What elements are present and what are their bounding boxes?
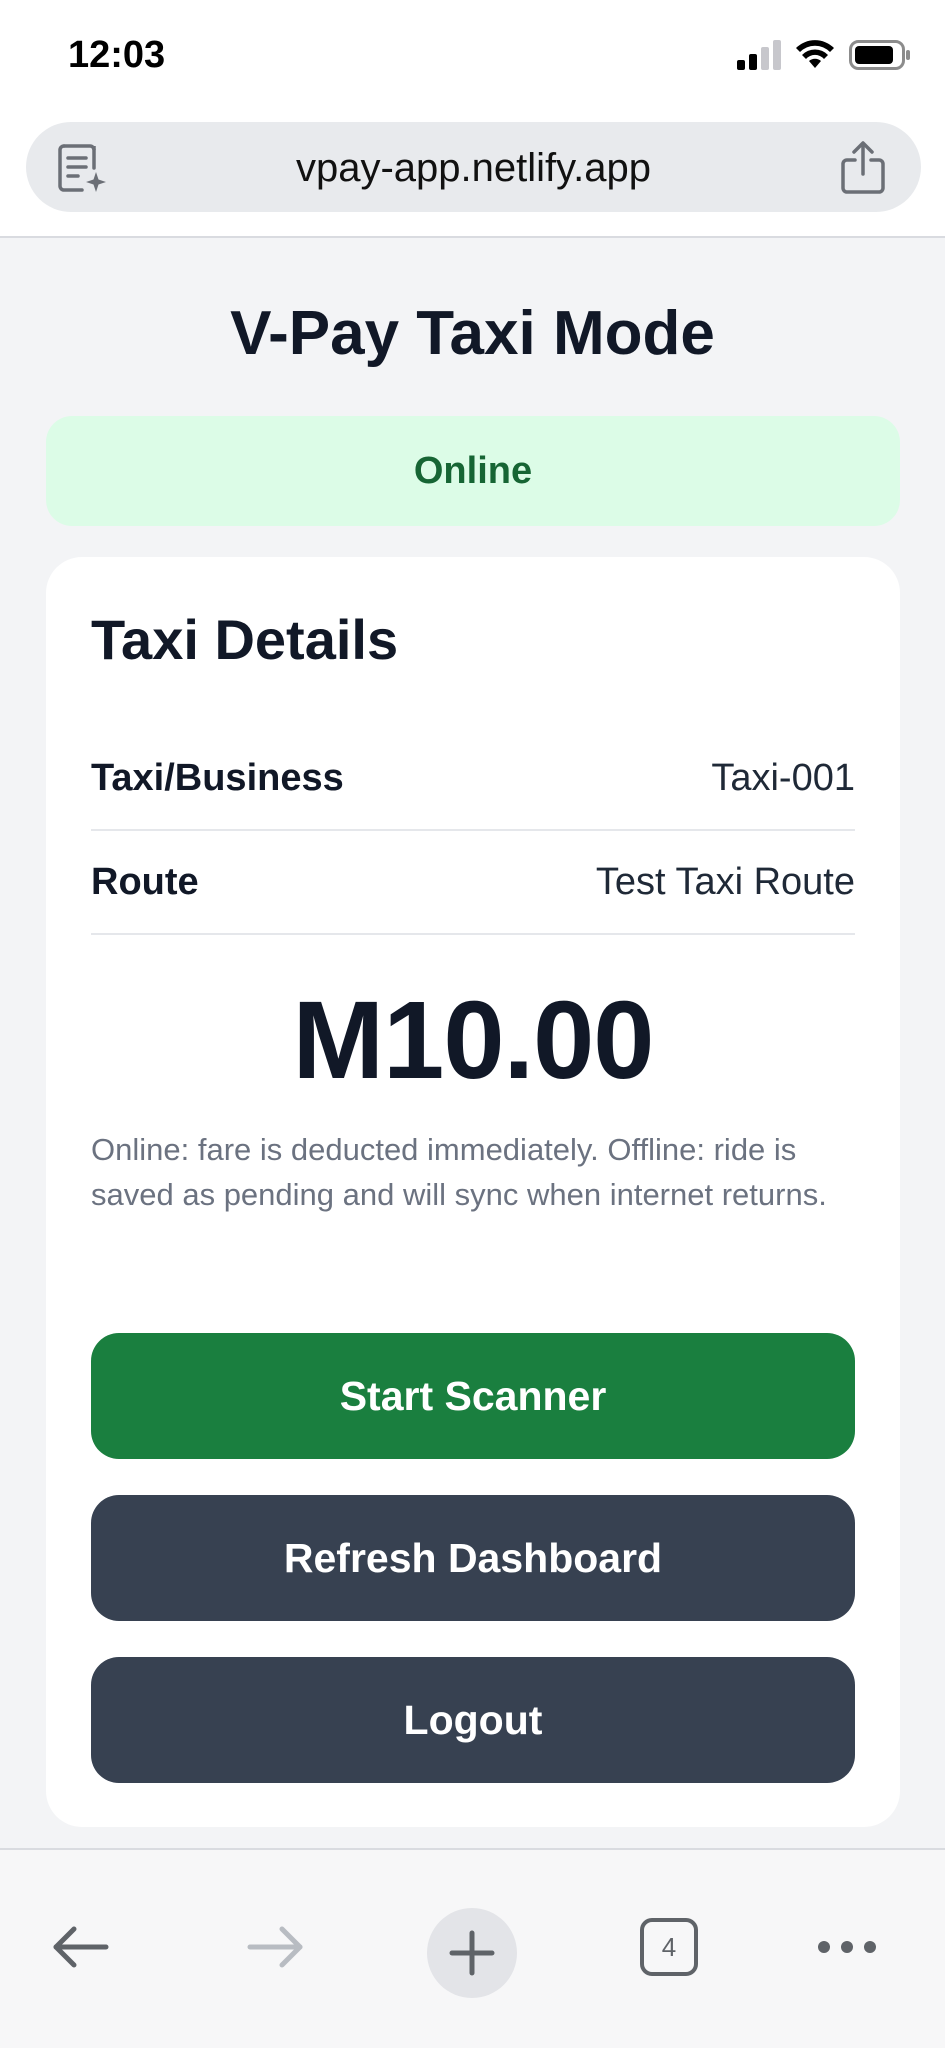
refresh-dashboard-button[interactable]: Refresh Dashboard: [91, 1495, 855, 1621]
detail-value: Test Taxi Route: [595, 860, 855, 903]
status-bar: 12:03: [0, 0, 945, 118]
battery-icon: [849, 40, 910, 70]
forward-button[interactable]: [231, 1902, 321, 1992]
logout-button[interactable]: Logout: [91, 1657, 855, 1783]
detail-row-route: Route Test Taxi Route: [91, 831, 855, 935]
tab-count: 4: [661, 1931, 677, 1962]
card-title: Taxi Details: [91, 608, 399, 671]
page-title: V-Pay Taxi Mode: [230, 299, 715, 368]
forward-arrow-icon[interactable]: [246, 1925, 306, 1969]
fare-amount: M10.00: [292, 979, 655, 1102]
back-arrow-icon[interactable]: [50, 1925, 110, 1969]
status-time: 12:03: [68, 34, 166, 76]
connection-status-banner: Online: [46, 416, 900, 526]
browser-toolbar: 4: [0, 1848, 945, 2048]
status-icons: [737, 40, 911, 70]
detail-label: Taxi/Business: [91, 756, 344, 799]
url-text[interactable]: vpay-app.netlify.app: [26, 146, 921, 191]
detail-label: Route: [91, 860, 199, 903]
detail-value: Taxi-001: [711, 756, 855, 799]
more-button[interactable]: [802, 1902, 892, 1992]
address-bar[interactable]: vpay-app.netlify.app: [26, 122, 921, 212]
tabs-button[interactable]: 4: [624, 1902, 714, 1992]
signal-icon: [737, 40, 781, 70]
tabs-icon[interactable]: 4: [640, 1918, 698, 1976]
detail-row-taxi: Taxi/Business Taxi-001: [91, 727, 855, 831]
share-icon[interactable]: [839, 140, 887, 194]
wifi-icon: [796, 40, 834, 68]
more-icon[interactable]: [817, 1940, 877, 1954]
taxi-details-card: Taxi Details Taxi/Business Taxi-001 Rout…: [46, 557, 900, 1827]
plus-icon[interactable]: [449, 1930, 495, 1976]
new-tab-button[interactable]: [427, 1908, 517, 1998]
browser-top-bar: vpay-app.netlify.app: [0, 118, 945, 238]
fare-info-note: Online: fare is deducted immediately. Of…: [91, 1132, 827, 1212]
start-scanner-button[interactable]: Start Scanner: [91, 1333, 855, 1459]
back-button[interactable]: [35, 1902, 125, 1992]
